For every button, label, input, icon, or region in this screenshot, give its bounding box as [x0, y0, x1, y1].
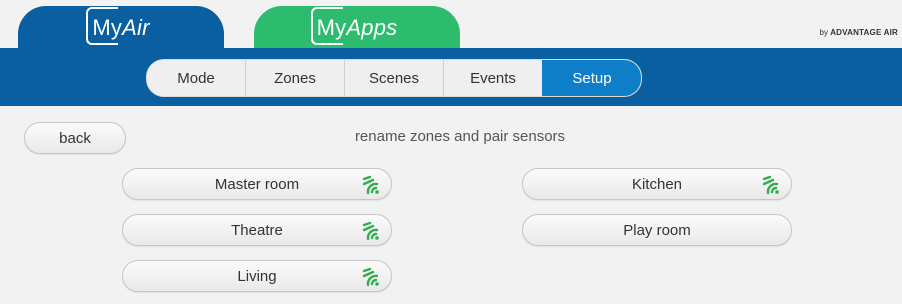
zone-label: Living — [237, 267, 277, 285]
zone-label: Play room — [623, 221, 691, 239]
zone-button-theatre[interactable]: Theatre — [122, 214, 392, 246]
brand-label: by ADVANTAGE AIR — [820, 28, 898, 37]
app-switcher: My Air My Apps by ADVANTAGE AIR — [0, 0, 902, 50]
wireless-sensor-icon — [761, 175, 783, 195]
tab-mode[interactable]: Mode — [147, 60, 245, 96]
page-subtitle: rename zones and pair sensors — [354, 128, 566, 145]
myair-tab[interactable]: My Air — [18, 6, 224, 50]
myapps-tab[interactable]: My Apps — [254, 6, 460, 50]
tab-scenes[interactable]: Scenes — [344, 60, 443, 96]
wireless-sensor-icon — [361, 221, 383, 241]
brand-name: ADVANTAGE AIR — [830, 28, 898, 37]
myapps-logo: My Apps — [310, 7, 398, 45]
app-root: My Air My Apps by ADVANTAGE AIR Mode Zon… — [0, 0, 902, 304]
tab-events[interactable]: Events — [443, 60, 542, 96]
logo-apps-text: Apps — [346, 15, 398, 40]
nav-band: Mode Zones Scenes Events Setup — [0, 48, 902, 106]
wireless-sensor-icon — [361, 267, 383, 287]
tab-setup[interactable]: Setup — [542, 60, 641, 96]
logo-air-text: Air — [122, 15, 150, 40]
logo-frame-icon — [86, 7, 119, 45]
zone-label: Theatre — [231, 221, 283, 239]
zone-button-master-room[interactable]: Master room — [122, 168, 392, 200]
zone-label: Kitchen — [631, 175, 683, 193]
segmented-nav: Mode Zones Scenes Events Setup — [146, 59, 642, 97]
wireless-sensor-icon — [361, 175, 383, 195]
logo-frame-icon — [310, 7, 343, 45]
zone-label: Master room — [214, 175, 300, 193]
myair-logo: My Air — [86, 7, 150, 45]
zone-button-kitchen[interactable]: Kitchen — [522, 168, 792, 200]
brand-prefix: by — [819, 28, 831, 37]
back-button[interactable]: back — [24, 122, 126, 154]
zone-button-living[interactable]: Living — [122, 260, 392, 292]
tab-zones[interactable]: Zones — [245, 60, 344, 96]
zone-button-play-room[interactable]: Play room — [522, 214, 792, 246]
